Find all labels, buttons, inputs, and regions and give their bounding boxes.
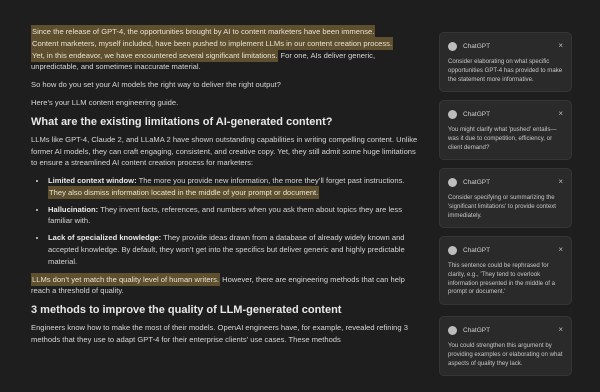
comment-text: This sentence could be rephrased for cla…	[448, 262, 556, 296]
paragraph-llms: LLMs like GPT-4, Claude 2, and LLaMA 2 h…	[31, 134, 418, 168]
intro-paragraph: Since the release of GPT-4, the opportun…	[31, 25, 419, 73]
close-icon[interactable]: ×	[558, 178, 563, 186]
comment-card[interactable]: ChatGPT × You could strengthen this argu…	[439, 316, 572, 377]
limitations-list: Limited context window: The more you pro…	[31, 175, 419, 267]
close-icon[interactable]: ×	[558, 326, 563, 334]
close-icon[interactable]: ×	[558, 42, 563, 50]
comment-author: ChatGPT	[463, 178, 491, 186]
comment-card[interactable]: ChatGPT × This sentence could be rephras…	[439, 236, 572, 306]
bullet-term: Hallucination:	[48, 204, 99, 214]
highlight-limitations[interactable]: Yet, in this endeavor, we have encounter…	[31, 48, 279, 62]
list-item: Lack of specialized knowledge: They prov…	[47, 232, 419, 267]
paragraph-question: So how do you set your AI models the rig…	[31, 80, 281, 90]
paragraph-guide: Here’s your LLM content engineering guid…	[31, 97, 179, 107]
list-item: Limited context window: The more you pro…	[47, 175, 419, 199]
close-icon[interactable]: ×	[558, 110, 563, 118]
bullet-term: Limited context window:	[48, 176, 137, 186]
comment-text: You could strengthen this argument by pr…	[448, 342, 563, 367]
paragraph-engineers: Engineers know how to make the most of t…	[31, 323, 408, 345]
comment-card[interactable]: ChatGPT × You might clarify what 'pushed…	[439, 100, 572, 161]
chatgpt-avatar-icon	[448, 177, 457, 187]
chatgpt-avatar-icon	[448, 245, 457, 255]
highlight-quality[interactable]: LLMs don’t yet match the quality level o…	[31, 272, 220, 286]
comment-text: You might clarify what 'pushed' entails—…	[448, 126, 557, 151]
heading-limitations: What are the existing limitations of AI-…	[31, 115, 333, 128]
bullet-text: The more you provide new information, th…	[136, 176, 405, 186]
chatgpt-avatar-icon	[448, 109, 457, 119]
comment-author: ChatGPT	[463, 110, 491, 118]
close-icon[interactable]: ×	[558, 246, 563, 254]
comment-text: Consider elaborating on what specific op…	[448, 58, 563, 83]
bullet-text: They invent facts, references, and numbe…	[48, 204, 402, 226]
comment-text: Consider specifying or summarizing the '…	[448, 194, 557, 219]
comment-card[interactable]: ChatGPT × Consider elaborating on what s…	[439, 32, 572, 93]
document-body[interactable]: Since the release of GPT-4, the opportun…	[31, 25, 419, 352]
comment-author: ChatGPT	[463, 42, 491, 50]
comment-card[interactable]: ChatGPT × Consider specifying or summari…	[439, 168, 572, 229]
highlight-middle-info[interactable]: They also dismiss information located in…	[48, 185, 320, 199]
comment-author: ChatGPT	[463, 246, 491, 254]
bullet-term: Lack of specialized knowledge:	[48, 233, 162, 243]
highlight-pushed[interactable]: Content marketers, myself included, have…	[31, 36, 394, 50]
chatgpt-avatar-icon	[448, 325, 457, 335]
paragraph-quality: LLMs don’t yet match the quality level o…	[31, 272, 419, 298]
heading-methods: 3 methods to improve the quality of LLM-…	[31, 304, 342, 317]
comments-sidebar: ChatGPT × Consider elaborating on what s…	[439, 0, 574, 392]
comment-author: ChatGPT	[463, 326, 491, 334]
chatgpt-avatar-icon	[448, 41, 457, 51]
list-item: Hallucination: They invent facts, refere…	[47, 204, 419, 228]
